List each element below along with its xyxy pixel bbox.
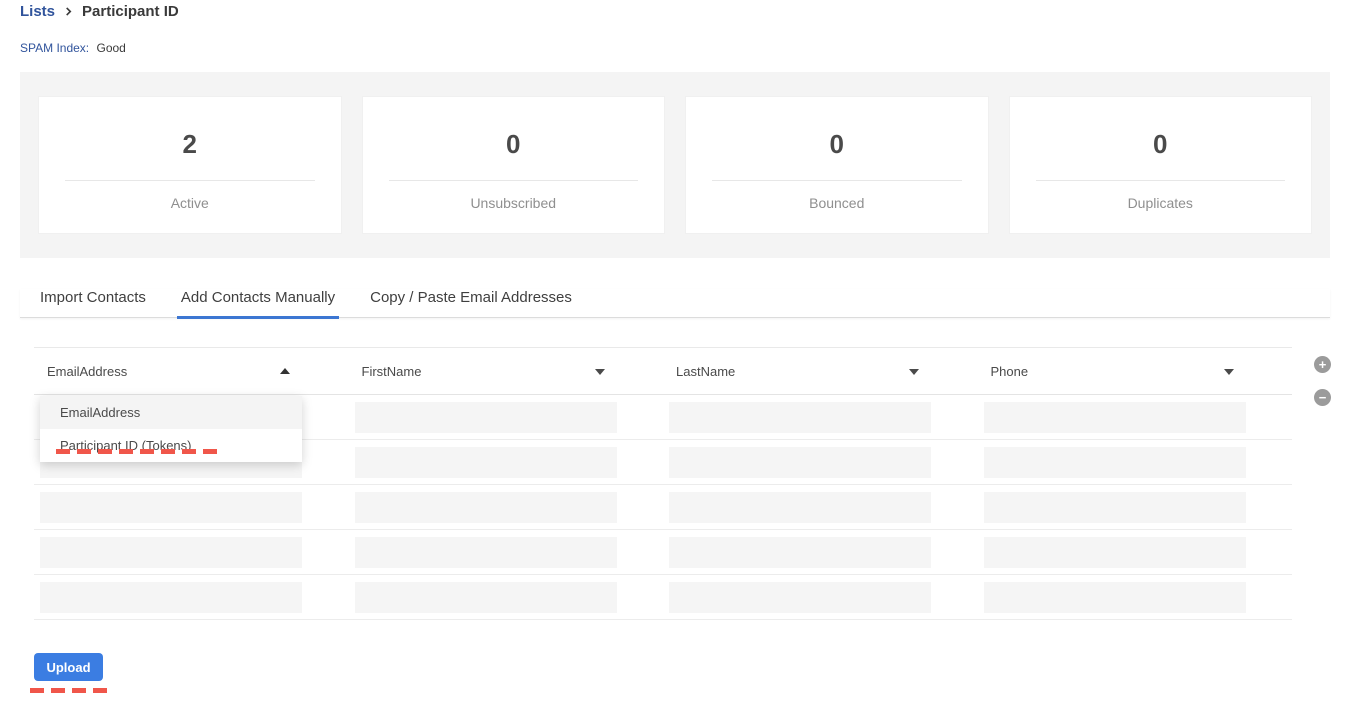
contact-cell-input[interactable] (984, 492, 1246, 523)
caret-down-icon (909, 369, 919, 375)
stat-label: Active (39, 195, 341, 211)
add-row-button[interactable]: + (1314, 356, 1331, 373)
stat-card-bounced: 0 Bounced (685, 96, 989, 234)
contact-cell-input[interactable] (669, 537, 931, 568)
column-mapping-header-row: EmailAddress FirstName LastName Phone (34, 347, 1292, 395)
stat-value: 0 (686, 131, 988, 157)
stat-divider (712, 180, 962, 181)
stat-label: Unsubscribed (363, 195, 665, 211)
contact-row (34, 485, 1292, 530)
contact-cell-input[interactable] (669, 447, 931, 478)
contact-cell-input[interactable] (355, 402, 617, 433)
spam-index-label[interactable]: SPAM Index: (20, 41, 89, 55)
contact-cell-input[interactable] (669, 492, 931, 523)
column-select-label: Phone (991, 364, 1029, 379)
stat-label: Duplicates (1010, 195, 1312, 211)
chevron-right-icon (64, 7, 73, 16)
contact-cell-input[interactable] (669, 582, 931, 613)
contact-cell-input[interactable] (40, 492, 302, 523)
stat-value: 0 (363, 131, 665, 157)
breadcrumb-lists-link[interactable]: Lists (20, 3, 55, 20)
caret-down-icon (595, 369, 605, 375)
column-select-label: LastName (676, 364, 735, 379)
column-select-firstname[interactable]: FirstName (349, 348, 664, 394)
stat-divider (1036, 180, 1286, 181)
remove-row-button[interactable]: − (1314, 389, 1331, 406)
stat-divider (389, 180, 639, 181)
contact-cell-input[interactable] (984, 582, 1246, 613)
annotation-dashed-underline-dropdown-option (56, 449, 217, 454)
stat-value: 0 (1010, 131, 1312, 157)
stat-divider (65, 180, 315, 181)
tab-add-contacts-manually[interactable]: Add Contacts Manually (177, 289, 339, 319)
dropdown-option-emailaddress[interactable]: EmailAddress (40, 396, 302, 429)
annotation-dashed-underline-upload (30, 688, 109, 693)
contact-row (34, 575, 1292, 620)
spam-index-value: Good (96, 41, 125, 55)
contact-cell-input[interactable] (355, 492, 617, 523)
contact-cell-input[interactable] (669, 402, 931, 433)
contact-cell-input[interactable] (984, 447, 1246, 478)
contact-cell-input[interactable] (984, 402, 1246, 433)
column-select-label: FirstName (362, 364, 422, 379)
dropdown-option-participant-id-tokens[interactable]: Participant ID (Tokens) (40, 429, 302, 462)
stats-panel: 2 Active 0 Unsubscribed 0 Bounced 0 Dupl… (20, 72, 1330, 258)
list-detail-page: Lists Participant ID SPAM Index: Good 2 … (0, 0, 1360, 707)
upload-button[interactable]: Upload (34, 653, 103, 681)
contact-entry-table: EmailAddress FirstName LastName Phone (34, 347, 1292, 620)
contact-cell-input[interactable] (40, 582, 302, 613)
breadcrumb-current: Participant ID (82, 3, 179, 20)
tab-bar: Import Contacts Add Contacts Manually Co… (20, 289, 1330, 318)
stat-value: 2 (39, 131, 341, 157)
column-select-lastname[interactable]: LastName (663, 348, 978, 394)
spam-index: SPAM Index: Good (20, 41, 126, 55)
tab-copy-paste-email-addresses[interactable]: Copy / Paste Email Addresses (366, 289, 576, 319)
column-select-label: EmailAddress (47, 364, 127, 379)
contact-cell-input[interactable] (355, 537, 617, 568)
column-select-emailaddress[interactable]: EmailAddress (34, 348, 349, 394)
stat-card-active: 2 Active (38, 96, 342, 234)
contact-cell-input[interactable] (355, 447, 617, 478)
contact-cell-input[interactable] (355, 582, 617, 613)
stat-card-unsubscribed: 0 Unsubscribed (362, 96, 666, 234)
contact-cell-input[interactable] (984, 537, 1246, 568)
tab-import-contacts[interactable]: Import Contacts (36, 289, 150, 319)
breadcrumb: Lists Participant ID (20, 3, 179, 20)
stat-label: Bounced (686, 195, 988, 211)
caret-down-icon (1224, 369, 1234, 375)
contact-row (34, 530, 1292, 575)
stat-card-duplicates: 0 Duplicates (1009, 96, 1313, 234)
contact-cell-input[interactable] (40, 537, 302, 568)
column-select-phone[interactable]: Phone (978, 348, 1293, 394)
caret-up-icon (280, 368, 290, 374)
